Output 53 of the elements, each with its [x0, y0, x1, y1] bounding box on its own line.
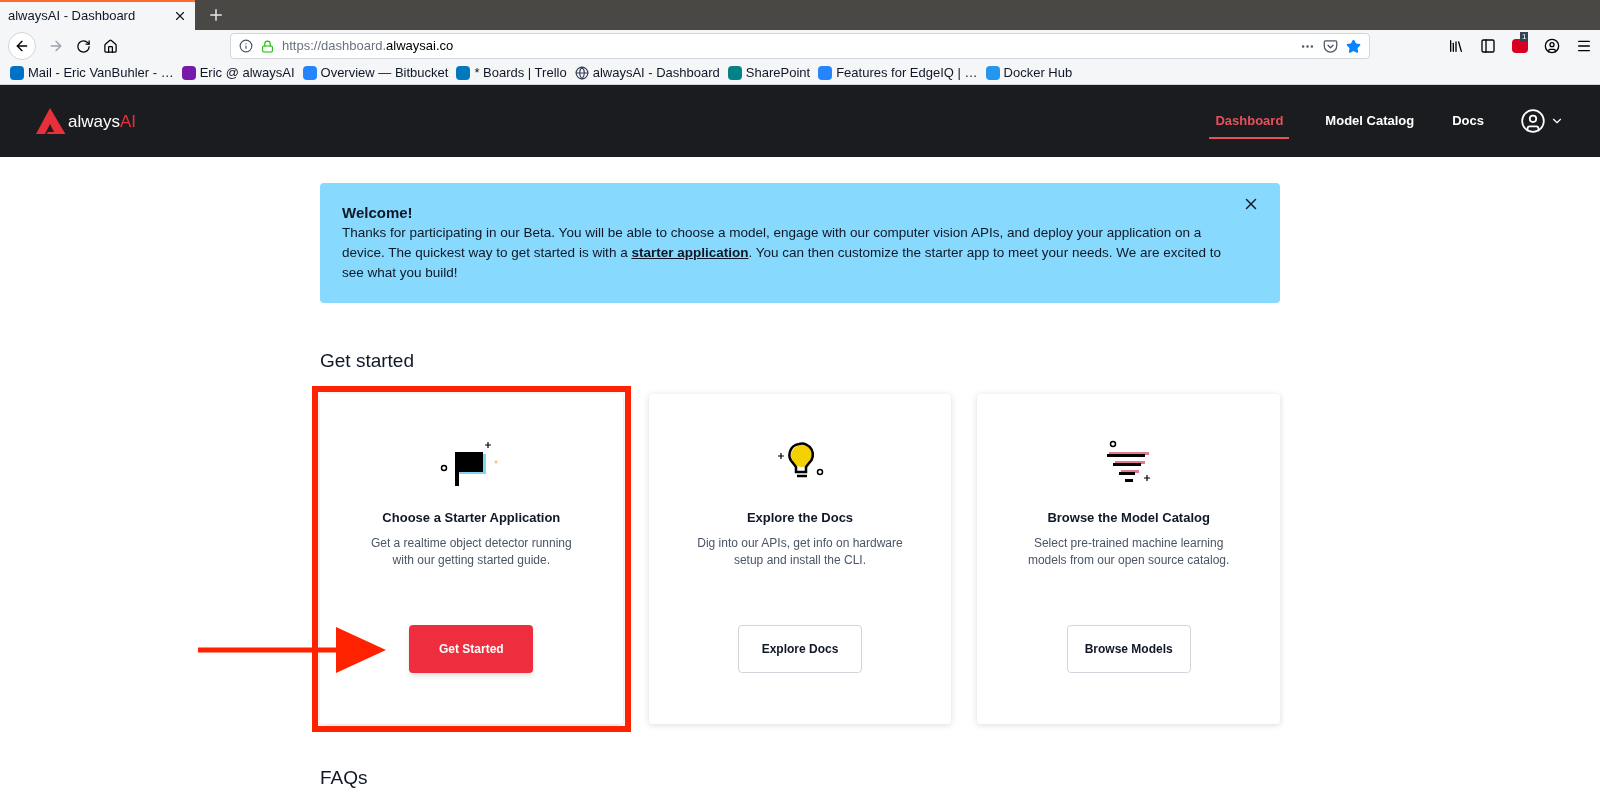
bookmark-icon: [727, 66, 742, 80]
bookmark-item[interactable]: Docker Hub: [985, 63, 1073, 83]
logo[interactable]: alwaysAI: [36, 108, 137, 134]
bookmark-item[interactable]: SharePoint: [727, 63, 811, 83]
bookmark-star-icon[interactable]: [1346, 38, 1361, 54]
banner-title: Welcome!: [342, 203, 414, 223]
info-icon: [239, 39, 253, 53]
card-title: Choose a Starter Application: [382, 508, 561, 527]
bookmark-item[interactable]: Mail - Eric VanBuhler - …: [10, 63, 174, 83]
card-title: Browse the Model Catalog: [1047, 508, 1210, 527]
lock-icon: [261, 39, 274, 53]
account-menu[interactable]: [1520, 108, 1564, 134]
bookmark-icon: [985, 66, 1000, 80]
close-icon[interactable]: [173, 9, 187, 23]
bookmark-item[interactable]: Eric @ alwaysAI: [181, 63, 295, 83]
section-heading: Get started: [320, 349, 415, 373]
bookmark-icon: [818, 66, 833, 80]
section-heading: FAQs: [320, 765, 369, 790]
menu-icon[interactable]: [1576, 38, 1592, 54]
card-title: Explore the Docs: [746, 508, 854, 527]
extension-badge: 1: [1520, 32, 1529, 42]
bookmark-icon: [456, 66, 471, 80]
banner-text: Thanks for participating in our Beta. You will be able to choose a model, engage with our computer vision APIs, and deploy your application on a device. The quickest way to get started is with a starter application. You can then customize the starter app to meet your needs. We are excited to see what you build!: [342, 224, 1222, 282]
bookmark-icon: [10, 66, 24, 80]
card-text: Get a realtime object detector running with our getting started guide.: [369, 535, 573, 569]
library-icon[interactable]: [1448, 38, 1464, 54]
card-text: Dig into our APIs, get info on hardware setup and install the CLI.: [696, 535, 904, 569]
nav-tab[interactable]: Dashboard: [1209, 103, 1290, 139]
account-icon[interactable]: [1544, 38, 1560, 54]
pocket-icon[interactable]: [1323, 38, 1338, 54]
card-text: Select pre-trained machine learning models from our open source catalog.: [1026, 535, 1231, 569]
nav-tab[interactable]: Docs: [1450, 103, 1486, 139]
url-text: https://dashboard.alwaysai.co: [282, 37, 455, 56]
bookmark-item[interactable]: Features for EdgeIQ | …: [818, 63, 978, 83]
globe-icon: [574, 66, 589, 80]
logo-icon: [36, 108, 66, 134]
back-button[interactable]: [8, 32, 36, 60]
sidebar-icon[interactable]: [1480, 38, 1496, 54]
user-icon: [1520, 108, 1546, 134]
address-bar[interactable]: https://dashboard.alwaysai.co: [230, 33, 1370, 59]
browser-tab[interactable]: alwaysAI - Dashboard: [0, 0, 195, 30]
bookmark-item[interactable]: * Boards | Trello: [456, 63, 567, 83]
bookmark-icon: [181, 66, 196, 80]
home-icon[interactable]: [103, 38, 118, 54]
bookmark-item[interactable]: alwaysAI - Dashboard: [574, 63, 720, 83]
card-button[interactable]: Browse Models: [1066, 624, 1191, 673]
card-button[interactable]: Get Started: [409, 624, 534, 673]
bookmark-icon: [302, 66, 317, 80]
bookmark-item[interactable]: Overview — Bitbucket: [302, 63, 449, 83]
reload-icon[interactable]: [76, 38, 91, 54]
nav-tab[interactable]: Model Catalog: [1323, 103, 1417, 139]
card-button[interactable]: Explore Docs: [738, 624, 862, 673]
new-tab-icon[interactable]: [207, 6, 225, 24]
